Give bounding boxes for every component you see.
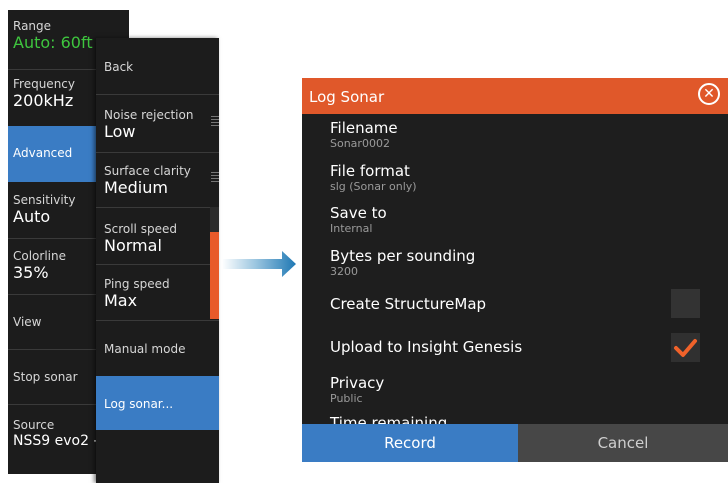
divider [96, 207, 219, 208]
noise-rejection-value: Low [104, 122, 136, 141]
scroll-speed-value: Normal [104, 236, 162, 255]
file-format-field[interactable]: File format slg (Sonar only) [330, 162, 417, 194]
scroll-speed-label: Scroll speed [104, 222, 177, 236]
menu-item-scroll-speed[interactable]: Scroll speed Normal [96, 222, 219, 255]
save-to-field[interactable]: Save to Internal [330, 204, 387, 236]
range-label: Range [13, 19, 52, 33]
advanced-submenu: Back Noise rejection Low Surface clarity… [96, 38, 219, 483]
privacy-label: Privacy [330, 374, 385, 392]
privacy-value: Public [330, 392, 363, 405]
menu-item-log-sonar[interactable]: Log sonar... [96, 376, 219, 430]
right-arrow-icon [222, 251, 296, 277]
divider [96, 320, 219, 321]
file-format-label: File format [330, 162, 410, 180]
cancel-button[interactable]: Cancel [518, 424, 728, 462]
file-format-value: slg (Sonar only) [330, 180, 417, 193]
upload-insight-genesis-label: Upload to Insight Genesis [330, 338, 523, 356]
save-to-value: Internal [330, 222, 373, 235]
bytes-per-sounding-value: 3200 [330, 265, 358, 278]
ping-speed-value: Max [104, 291, 138, 310]
filename-value: Sonar0002 [330, 137, 390, 150]
grip-icon [211, 172, 219, 184]
create-structuremap-label: Create StructureMap [330, 295, 487, 313]
bytes-per-sounding-label: Bytes per sounding [330, 247, 476, 265]
create-structuremap-checkbox[interactable] [671, 289, 700, 318]
menu-item-ping-speed[interactable]: Ping speed Max [96, 277, 219, 310]
menu-item-noise-rejection[interactable]: Noise rejection Low [96, 108, 219, 141]
menu-item-manual-mode[interactable]: Manual mode [96, 342, 219, 356]
upload-insight-genesis-row[interactable]: Upload to Insight Genesis [330, 339, 522, 356]
bytes-per-sounding-field[interactable]: Bytes per sounding 3200 [330, 247, 476, 279]
divider [96, 94, 219, 95]
upload-insight-genesis-checkbox[interactable] [671, 333, 700, 362]
log-sonar-label: Log sonar... [104, 397, 174, 411]
save-to-label: Save to [330, 204, 387, 222]
filename-label: Filename [330, 119, 398, 137]
scrollbar-thumb[interactable] [210, 232, 219, 319]
dialog-title-bar: Log Sonar ✕ [302, 78, 728, 114]
log-sonar-dialog: Log Sonar ✕ Filename Sonar0002 File form… [302, 78, 728, 462]
grip-icon [211, 116, 219, 128]
dialog-footer: Record Cancel [302, 424, 728, 462]
ping-speed-label: Ping speed [104, 277, 170, 291]
checkmark-icon [674, 339, 697, 357]
back-button[interactable]: Back [96, 60, 219, 74]
manual-mode-label: Manual mode [104, 342, 186, 356]
filename-field[interactable]: Filename Sonar0002 [330, 119, 398, 151]
dialog-title: Log Sonar [309, 88, 385, 106]
create-structuremap-row[interactable]: Create StructureMap [330, 296, 486, 313]
privacy-field[interactable]: Privacy Public [330, 374, 385, 406]
surface-clarity-value: Medium [104, 178, 168, 197]
noise-rejection-label: Noise rejection [104, 108, 194, 122]
record-button[interactable]: Record [302, 424, 518, 462]
divider [96, 264, 219, 265]
back-label: Back [104, 60, 134, 74]
divider [96, 152, 219, 153]
close-icon[interactable]: ✕ [698, 83, 720, 105]
surface-clarity-label: Surface clarity [104, 164, 191, 178]
menu-item-surface-clarity[interactable]: Surface clarity Medium [96, 164, 219, 197]
